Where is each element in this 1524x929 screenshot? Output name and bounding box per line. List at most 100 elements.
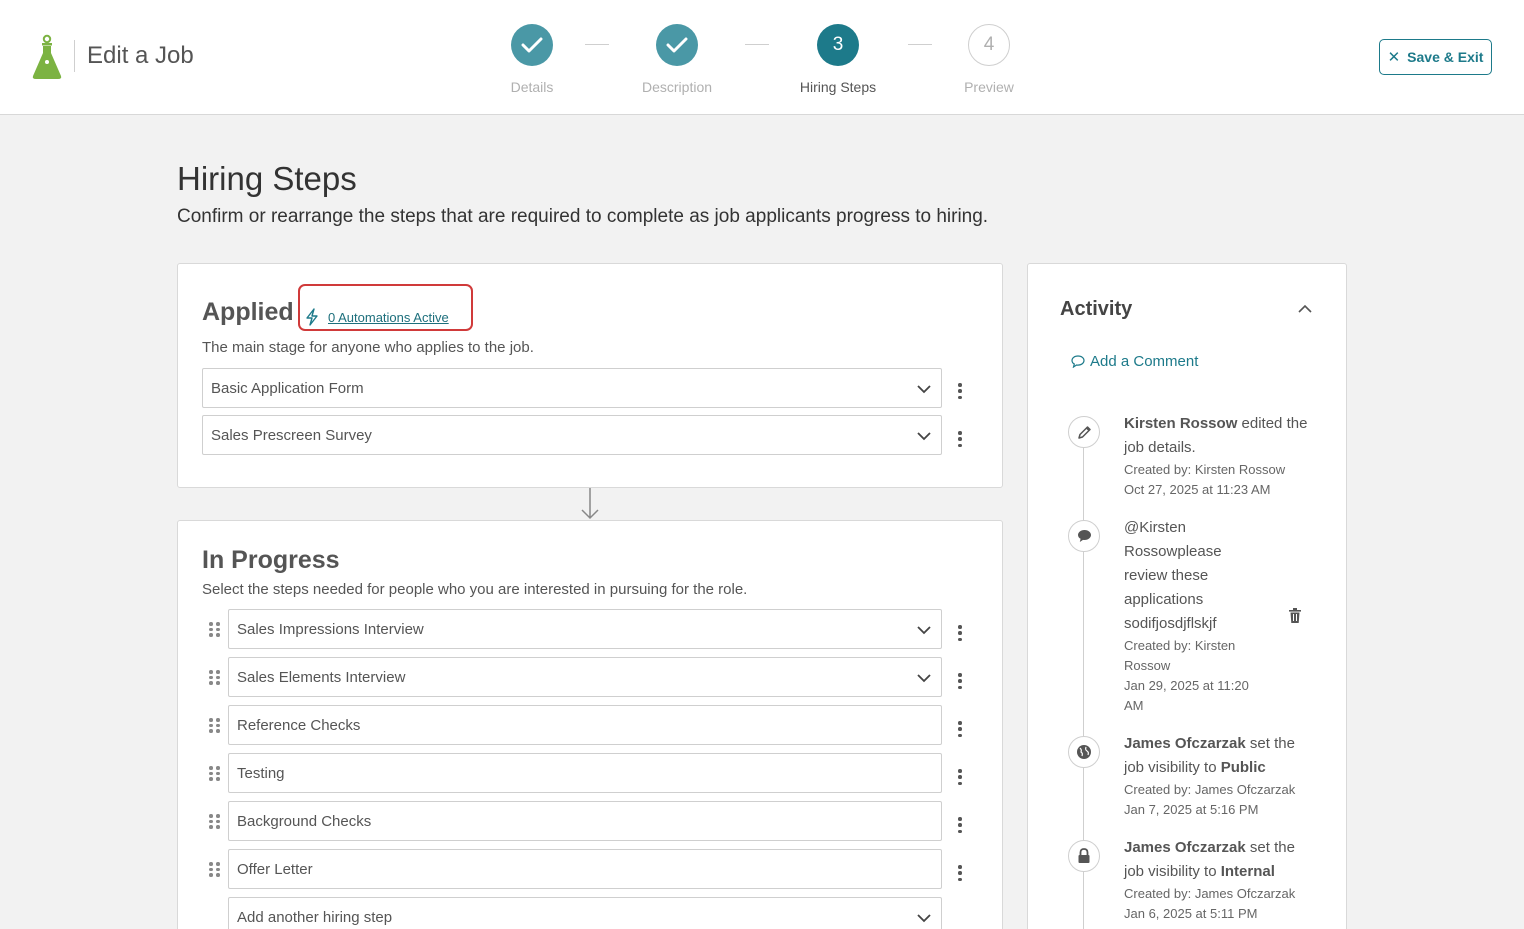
activity-item: James Ofczarzak set the job visibility t… <box>1124 732 1314 820</box>
step-number: 3 <box>817 24 859 66</box>
chevron-down-icon <box>917 626 931 635</box>
logo-icon <box>32 34 62 79</box>
step-field[interactable]: Reference Checks <box>228 705 942 745</box>
step-select[interactable]: Basic Application Form <box>202 368 942 408</box>
activity-action: job visibility to <box>1124 759 1221 776</box>
step-preview[interactable]: 4 Preview <box>929 24 1049 95</box>
step-select[interactable]: Sales Impressions Interview <box>228 609 942 649</box>
save-exit-label: Save & Exit <box>1407 49 1484 65</box>
stage-description: Select the steps needed for people who y… <box>202 581 748 598</box>
more-options-icon[interactable] <box>957 721 963 737</box>
more-options-icon[interactable] <box>957 673 963 689</box>
step-connector <box>745 44 769 45</box>
automations-label: 0 Automations Active <box>328 309 449 325</box>
page-title: Hiring Steps <box>177 160 357 197</box>
add-comment-label: Add a Comment <box>1090 353 1199 370</box>
more-options-icon[interactable] <box>957 625 963 641</box>
close-icon: ✕ <box>1387 48 1401 66</box>
step-field[interactable]: Testing <box>228 753 942 793</box>
arrow-down-icon <box>581 488 599 520</box>
activity-action: set the <box>1245 839 1295 856</box>
stage-title: Applied <box>202 298 294 326</box>
step-hiring-steps[interactable]: 3 Hiring Steps <box>778 24 898 95</box>
comment-icon <box>1068 520 1100 552</box>
drag-handle-icon[interactable] <box>209 814 220 829</box>
drag-handle-icon[interactable] <box>209 862 220 877</box>
activity-action: set the <box>1245 735 1295 752</box>
chevron-down-icon <box>917 432 931 441</box>
activity-created-by: Created by: Kirsten <box>1124 638 1236 653</box>
comment-text: sodifjosdjflskjf <box>1124 615 1217 632</box>
comment-text: @Kirsten <box>1124 519 1186 536</box>
activity-item: James Ofczarzak set the job visibility t… <box>1124 836 1314 924</box>
top-header: Edit a Job Details Description 3 Hiring … <box>0 0 1524 115</box>
activity-date: Jan 7, 2025 at 5:16 PM <box>1124 802 1259 817</box>
more-options-icon[interactable] <box>957 769 963 785</box>
activity-actor: James Ofczarzak <box>1124 839 1246 856</box>
activity-comment: @Kirsten Rossowplease review these appli… <box>1124 516 1274 716</box>
save-exit-button[interactable]: ✕ Save & Exit <box>1379 39 1492 75</box>
activity-action: edited the <box>1237 415 1308 432</box>
comment-text: Rossowplease <box>1124 543 1222 560</box>
check-icon <box>511 24 553 66</box>
activity-created-by: Created by: Kirsten Rossow <box>1124 462 1286 477</box>
more-options-icon[interactable] <box>957 817 963 833</box>
activity-date: Jan 29, 2025 at 11:20 <box>1124 678 1249 693</box>
step-select[interactable]: Sales Elements Interview <box>228 657 942 697</box>
chevron-up-icon[interactable] <box>1298 303 1312 315</box>
step-label: Details <box>510 79 554 95</box>
comment-outline-icon <box>1071 355 1085 368</box>
step-select[interactable]: Sales Prescreen Survey <box>202 415 942 455</box>
more-options-icon[interactable] <box>957 865 963 881</box>
step-field-value: Testing <box>237 764 285 782</box>
activity-actor: Kirsten Rossow <box>1124 415 1238 432</box>
add-comment-link[interactable]: Add a Comment <box>1071 353 1198 370</box>
drag-handle-icon[interactable] <box>209 670 220 685</box>
activity-item: Kirsten Rossow edited the job details. C… <box>1124 412 1314 500</box>
pencil-icon <box>1068 416 1100 448</box>
more-options-icon[interactable] <box>957 383 963 399</box>
step-label: Preview <box>964 79 1014 95</box>
more-options-icon[interactable] <box>957 431 963 447</box>
add-hiring-step-select[interactable]: Add another hiring step <box>228 897 942 929</box>
lightning-icon <box>306 308 318 326</box>
step-field[interactable]: Offer Letter <box>228 849 942 889</box>
step-field-value: Background Checks <box>237 812 372 830</box>
step-field-value: Reference Checks <box>237 716 361 734</box>
lock-icon <box>1068 840 1100 872</box>
comment-text: review these <box>1124 567 1209 584</box>
chevron-down-icon <box>917 914 931 923</box>
drag-handle-icon[interactable] <box>209 622 220 637</box>
activity-date: Oct 27, 2025 at 11:23 AM <box>1124 482 1271 497</box>
step-field-value: Offer Letter <box>237 860 313 878</box>
activity-action: job details. <box>1124 439 1196 456</box>
comment-text: applications <box>1124 591 1204 608</box>
activity-date: AM <box>1124 698 1144 713</box>
activity-value: Internal <box>1220 863 1275 880</box>
step-details[interactable]: Details <box>472 24 592 95</box>
step-field[interactable]: Background Checks <box>228 801 942 841</box>
check-icon <box>656 24 698 66</box>
step-select-value: Sales Prescreen Survey <box>211 426 372 444</box>
automations-link[interactable]: 0 Automations Active <box>304 308 449 326</box>
drag-handle-icon[interactable] <box>209 718 220 733</box>
step-label: Description <box>641 79 713 95</box>
stage-description: The main stage for anyone who applies to… <box>202 339 534 356</box>
step-select-value: Sales Elements Interview <box>237 668 406 686</box>
activity-title: Activity <box>1060 298 1133 320</box>
step-select-value: Basic Application Form <box>211 379 364 397</box>
add-step-placeholder: Add another hiring step <box>237 908 393 926</box>
activity-created-by: Rossow <box>1124 658 1171 673</box>
activity-created-by: Created by: James Ofczarzak <box>1124 886 1296 901</box>
step-description[interactable]: Description <box>617 24 737 95</box>
activity-created-by: Created by: James Ofczarzak <box>1124 782 1296 797</box>
activity-value: Public <box>1220 759 1266 776</box>
app-title: Edit a Job <box>87 42 194 69</box>
globe-icon <box>1068 736 1100 768</box>
step-number: 4 <box>968 24 1010 66</box>
trash-icon[interactable] <box>1288 607 1302 624</box>
logo-divider <box>74 40 75 72</box>
step-label: Hiring Steps <box>799 79 877 95</box>
stage-title: In Progress <box>202 546 340 574</box>
drag-handle-icon[interactable] <box>209 766 220 781</box>
